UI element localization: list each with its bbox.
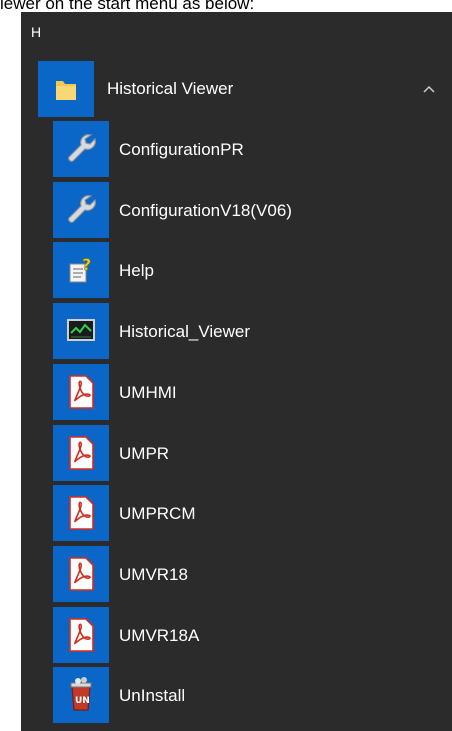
menu-item-umpr[interactable]: UMPR [21,425,452,483]
wrench-icon [53,121,109,177]
menu-item-label: UMVR18 [119,565,188,584]
menu-item-label: Historical_Viewer [119,322,251,341]
menu-item-label: ConfigurationV18(V06) [119,201,292,220]
menu-item-umvr18a[interactable]: UMVR18A [21,607,452,665]
pdf-icon [53,485,109,541]
menu-item-label: UMPRCM [119,504,196,523]
menu-item-label: UnInstall [119,686,186,705]
pdf-icon [53,364,109,420]
menu-item-configurationpr[interactable]: ConfigurationPR [21,121,452,179]
menu-item-label: UMPR [119,444,170,463]
menu-item-umhmi[interactable]: UMHMI [21,364,452,422]
pdf-icon [53,607,109,663]
help-document-icon: ? [53,242,109,298]
menu-item-umvr18[interactable]: UMVR18 [21,546,452,604]
menu-item-uninstall[interactable]: UN UnInstall [21,667,452,725]
pdf-icon [53,546,109,602]
menu-item-label: ConfigurationPR [119,140,244,159]
letter-header[interactable]: H [31,20,41,44]
folder-icon [38,61,94,117]
start-menu: H Historical Viewer ConfigurationPR Confi… [21,12,452,731]
menu-item-label: Help [119,261,154,280]
uninstall-bin-icon: UN [53,667,109,723]
svg-text:?: ? [82,255,91,274]
chevron-up-icon[interactable] [422,82,436,96]
menu-item-label: UMHMI [119,383,177,402]
group-historical-viewer[interactable]: Historical Viewer [21,58,452,121]
menu-item-umprcm[interactable]: UMPRCM [21,485,452,543]
pdf-icon [53,425,109,481]
menu-item-historical-viewer[interactable]: Historical_Viewer [21,303,452,361]
wrench-icon [53,182,109,238]
monitor-chart-icon [53,303,109,359]
svg-text:UN: UN [75,696,90,706]
menu-item-label: UMVR18A [119,626,200,645]
menu-item-configurationv18-v06[interactable]: ConfigurationV18(V06) [21,182,452,240]
menu-item-help[interactable]: ? Help [21,242,452,300]
group-label: Historical Viewer [107,79,234,98]
caption-text: iewer on the start menu as below: [0,0,255,12]
